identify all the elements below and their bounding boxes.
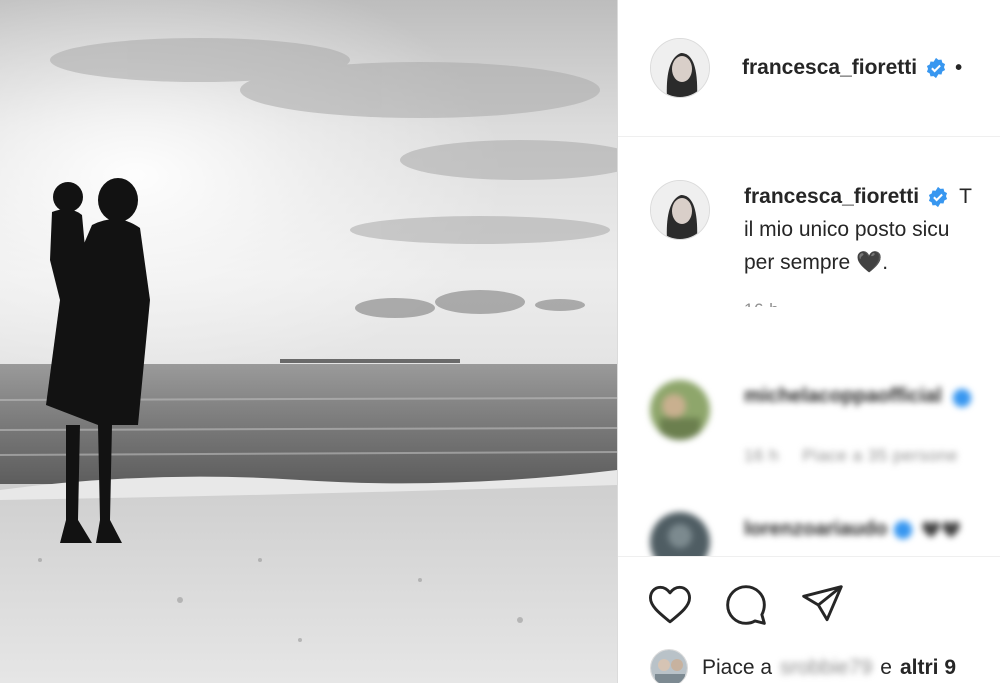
share-button[interactable] xyxy=(798,581,846,629)
post-photo[interactable] xyxy=(0,0,617,683)
comment-row: lorenzoariaudo 🖤🖤 xyxy=(744,518,961,541)
share-icon xyxy=(802,585,843,622)
author-username[interactable]: francesca_fioretti xyxy=(742,56,917,80)
header-dot: • xyxy=(955,56,963,79)
liker-avatar[interactable] xyxy=(650,649,688,683)
caption-line-2: il mio unico posto sicu xyxy=(744,218,950,241)
caption: francesca_fioretti T il mio unico posto … xyxy=(744,180,1000,307)
caption-line-3: per sempre 🖤. xyxy=(744,251,889,274)
comment-icon xyxy=(726,585,766,625)
comment-likes[interactable]: Piace a 35 persone xyxy=(802,446,958,465)
caption-timestamp[interactable]: 16 h xyxy=(744,293,1000,307)
comment-button[interactable] xyxy=(722,581,770,629)
likes-middle: e xyxy=(880,656,892,679)
verified-badge-icon xyxy=(953,388,972,407)
comment-username[interactable]: lorenzoariaudo xyxy=(744,518,887,541)
likes-summary: Piace a srobbie79 e altri 9 xyxy=(650,649,956,683)
comment-username[interactable]: michelacoppaofficial xyxy=(744,385,942,407)
liker-username[interactable]: srobbie79 xyxy=(780,656,872,680)
comment-text: 🖤🖤 xyxy=(921,521,962,539)
comment-meta: 16 h Piace a 35 persone xyxy=(744,446,958,466)
caption-username[interactable]: francesca_fioretti xyxy=(744,180,919,213)
like-button[interactable] xyxy=(646,581,694,629)
likes-prefix: Piace a xyxy=(702,656,773,679)
likes-others[interactable]: altri 9 xyxy=(900,656,956,680)
comment-avatar[interactable] xyxy=(650,380,710,440)
verified-badge-icon xyxy=(929,186,948,207)
beach-photo-image xyxy=(0,0,617,683)
post-sidebar: francesca_fioretti • francesca_fioretti … xyxy=(618,0,1000,683)
caption-avatar[interactable] xyxy=(650,180,710,240)
verified-badge-icon xyxy=(927,57,946,79)
comment-row: michelacoppaofficial xyxy=(744,385,972,408)
caption-line-1: T xyxy=(959,185,972,208)
action-bar: Piace a srobbie79 e altri 9 xyxy=(618,556,1000,683)
heart-icon xyxy=(648,585,691,624)
comment-timestamp: 16 h xyxy=(744,446,780,465)
post-header: francesca_fioretti • xyxy=(618,0,1000,137)
author-avatar[interactable] xyxy=(650,38,710,98)
verified-badge-icon xyxy=(894,520,913,539)
